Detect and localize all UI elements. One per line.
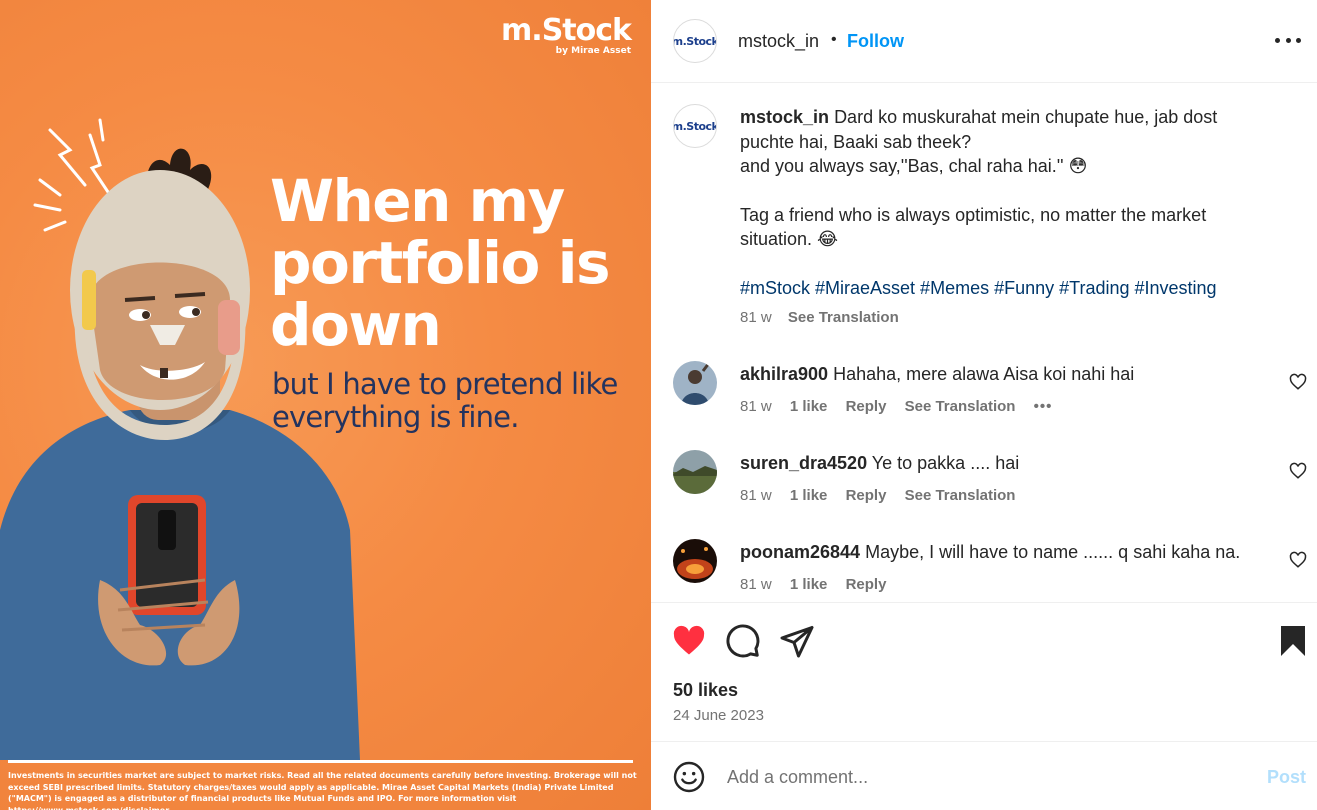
follow-button[interactable]: Follow	[847, 31, 904, 52]
avatar-logo-text: m.Stock	[673, 34, 717, 48]
comment-see-translation[interactable]: See Translation	[905, 487, 1016, 504]
comment-body: Hahaha, mere alawa Aisa koi nahi hai	[833, 364, 1135, 384]
comment-avatar[interactable]	[673, 539, 717, 583]
post-image[interactable]: m.Stock by Mirae Asset When my portfolio…	[0, 0, 651, 810]
comment-body: Maybe, I will have to name ...... q sahi…	[865, 542, 1241, 562]
post-comment-button[interactable]: Post	[1267, 767, 1306, 788]
likes-count[interactable]: 50 likes	[673, 680, 738, 701]
comment-item: akhilra900 Hahaha, mere alawa Aisa koi n…	[651, 361, 1317, 441]
comment-username[interactable]: poonam26844	[740, 542, 860, 562]
caption-line-2: and you always say,''Bas, chal raha hai.…	[740, 156, 1088, 176]
comment-reply-button[interactable]: Reply	[846, 487, 887, 504]
comment-text: akhilra900 Hahaha, mere alawa Aisa koi n…	[740, 364, 1134, 385]
comment-username[interactable]: akhilra900	[740, 364, 828, 384]
caption-username[interactable]: mstock_in	[740, 107, 829, 127]
comment-box: Post	[651, 743, 1317, 810]
comment-likes[interactable]: 1 like	[790, 398, 828, 415]
disclaimer-divider	[8, 760, 633, 763]
comment-meta: 81 w 1 like Reply See Translation •••	[740, 398, 1066, 415]
see-translation-link[interactable]: See Translation	[788, 309, 899, 326]
bookmark-icon[interactable]	[1275, 623, 1311, 659]
caption-time[interactable]: 81 w	[740, 309, 772, 326]
caption-meta: 81 w See Translation	[740, 309, 899, 326]
post-headline: When my portfolio is down	[270, 167, 610, 359]
comment-text: suren_dra4520 Ye to pakka .... hai	[740, 453, 1019, 474]
comment-more-icon[interactable]: •••	[1034, 398, 1053, 415]
comment-body: Ye to pakka .... hai	[871, 453, 1020, 473]
comment-icon[interactable]	[725, 623, 761, 659]
comment-meta: 81 w 1 like Reply See Translation	[740, 487, 1029, 504]
header-username[interactable]: mstock_in	[738, 31, 819, 52]
comment-time[interactable]: 81 w	[740, 576, 772, 593]
comment-like-icon[interactable]	[1289, 551, 1307, 569]
comment-reply-button[interactable]: Reply	[846, 576, 887, 593]
disclaimer-text: Investments in securities market are sub…	[8, 771, 637, 810]
comment-like-icon[interactable]	[1289, 373, 1307, 391]
share-icon[interactable]	[779, 623, 815, 659]
header-avatar[interactable]: m.Stock	[673, 19, 717, 63]
post-side-panel: m.Stock mstock_in • Follow m.Stock mstoc…	[651, 0, 1317, 810]
comment-item: suren_dra4520 Ye to pakka .... hai 81 w …	[651, 450, 1317, 530]
action-bar: 50 likes 24 June 2023	[651, 602, 1317, 742]
post-date[interactable]: 24 June 2023	[673, 707, 764, 724]
caption-avatar[interactable]: m.Stock	[673, 104, 717, 148]
comment-time[interactable]: 81 w	[740, 398, 772, 415]
post-subline: but I have to pretend like everything is…	[272, 367, 618, 434]
comment-input[interactable]	[727, 761, 1227, 793]
header-separator: •	[831, 31, 837, 48]
caption-text: mstock_in Dard ko muskurahat mein chupat…	[740, 105, 1260, 300]
comment-likes[interactable]: 1 like	[790, 487, 828, 504]
heart-icon[interactable]	[671, 623, 707, 659]
post-header: m.Stock mstock_in • Follow	[651, 0, 1317, 83]
comment-time[interactable]: 81 w	[740, 487, 772, 504]
comment-avatar[interactable]	[673, 361, 717, 405]
caption-line-3: Tag a friend who is always optimistic, n…	[740, 204, 1207, 250]
more-options-icon[interactable]	[1275, 30, 1301, 50]
comment-reply-button[interactable]: Reply	[846, 398, 887, 415]
avatar-logo-text: m.Stock	[673, 119, 717, 133]
emoji-icon[interactable]	[673, 761, 705, 793]
comment-avatar[interactable]	[673, 450, 717, 494]
comment-like-icon[interactable]	[1289, 462, 1307, 480]
comment-meta: 81 w 1 like Reply	[740, 576, 900, 593]
caption-hashtags[interactable]: #mStock #MiraeAsset #Memes #Funny #Tradi…	[740, 278, 1217, 298]
comment-username[interactable]: suren_dra4520	[740, 453, 867, 473]
brand-name: m.Stock	[501, 13, 632, 48]
brand-logo: m.Stock by Mirae Asset	[501, 13, 632, 57]
comment-likes[interactable]: 1 like	[790, 576, 828, 593]
comment-see-translation[interactable]: See Translation	[905, 398, 1016, 415]
comment-text: poonam26844 Maybe, I will have to name .…	[740, 542, 1240, 563]
